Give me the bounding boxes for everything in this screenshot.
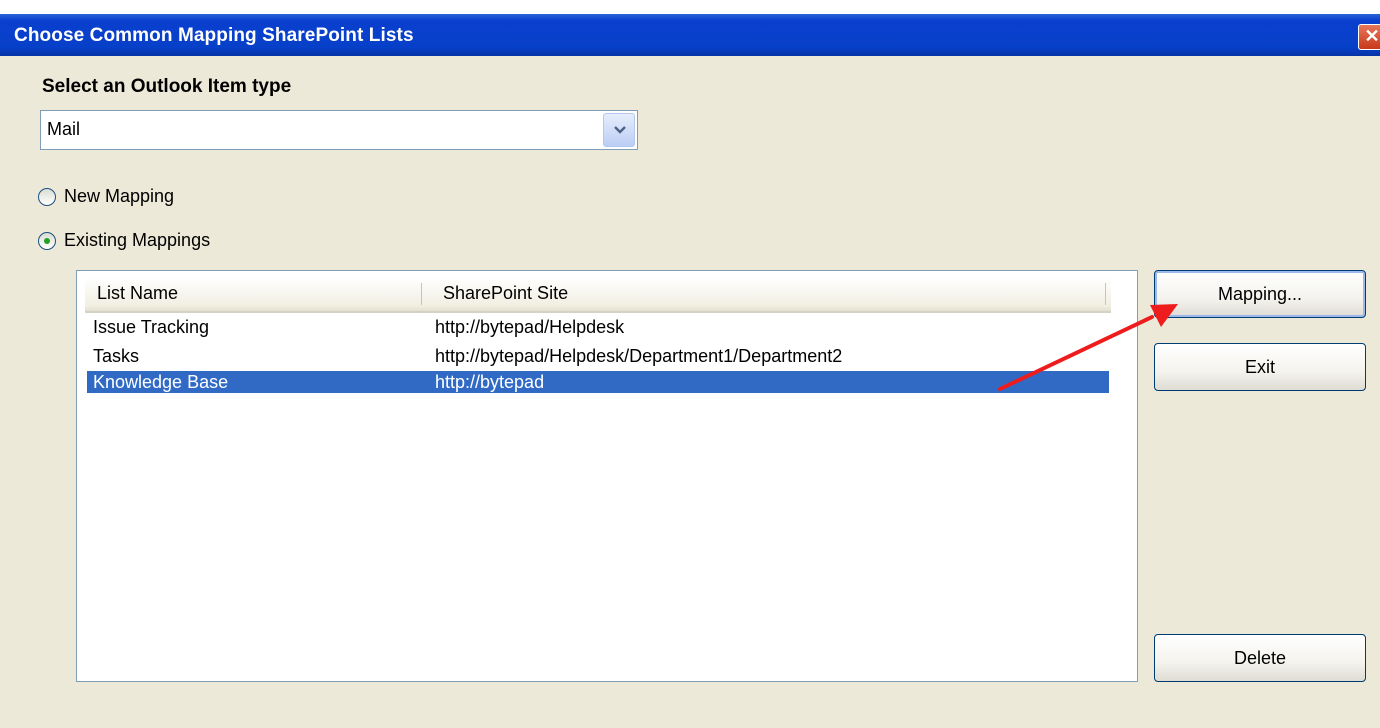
column-header-list-name[interactable]: List Name	[97, 283, 178, 304]
mappings-list[interactable]: List Name SharePoint Site Issue Tracking…	[76, 270, 1138, 682]
chevron-down-icon	[614, 126, 626, 134]
column-header-sharepoint-site[interactable]: SharePoint Site	[443, 283, 568, 304]
list-header: List Name SharePoint Site	[85, 277, 1111, 313]
radio-checked-icon	[38, 232, 56, 250]
column-divider[interactable]	[1105, 283, 1106, 305]
radio-unchecked-icon	[38, 188, 56, 206]
delete-button[interactable]: Delete	[1154, 634, 1366, 682]
window-title: Choose Common Mapping SharePoint Lists	[14, 25, 414, 46]
mapping-button[interactable]: Mapping...	[1154, 270, 1366, 318]
new-mapping-label: New Mapping	[64, 186, 175, 206]
site-cell: http://bytepad/Helpdesk/Department1/Depa…	[435, 346, 843, 366]
top-strip	[0, 0, 1380, 14]
exit-button[interactable]: Exit	[1154, 343, 1366, 391]
title-bar: Choose Common Mapping SharePoint Lists	[0, 14, 1380, 56]
item-type-dropdown[interactable]: Mail	[40, 110, 638, 150]
existing-mappings-label: Existing Mappings	[64, 230, 211, 250]
item-type-label: Select an Outlook Item type	[42, 76, 292, 97]
column-divider[interactable]	[421, 283, 422, 305]
list-name-cell: Knowledge Base	[93, 372, 229, 392]
radio-dot	[44, 238, 50, 244]
item-type-value: Mail	[47, 119, 81, 139]
table-row[interactable]: Tasks http://bytepad/Helpdesk/Department…	[87, 345, 1109, 367]
site-cell: http://bytepad	[435, 372, 545, 392]
table-row-selected[interactable]: Knowledge Base http://bytepad	[87, 371, 1109, 393]
dropdown-button[interactable]	[603, 113, 635, 147]
list-name-cell: Issue Tracking	[93, 317, 210, 337]
list-name-cell: Tasks	[93, 346, 140, 366]
close-icon[interactable]: ✕	[1358, 24, 1380, 50]
site-cell: http://bytepad/Helpdesk	[435, 317, 625, 337]
table-row[interactable]: Issue Tracking http://bytepad/Helpdesk	[87, 316, 1109, 338]
